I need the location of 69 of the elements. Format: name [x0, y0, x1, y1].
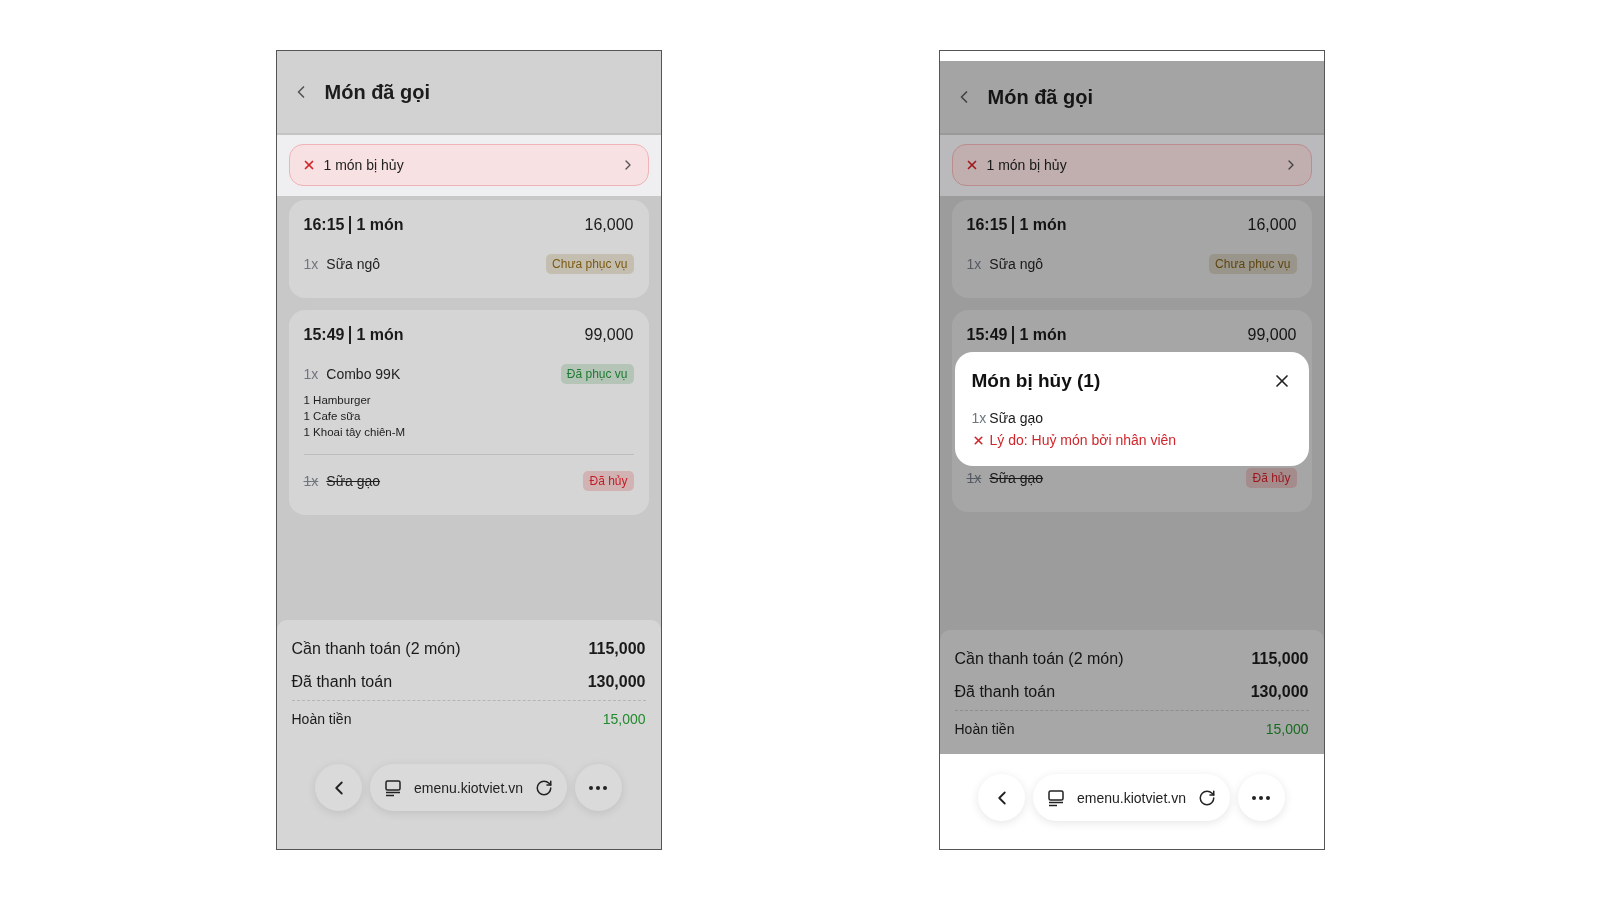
more-button[interactable] [574, 764, 622, 811]
order-count: 1 món [1019, 326, 1067, 344]
item-name: Sữa ngô [326, 256, 382, 272]
status-badge: Chưa phục vụ [546, 254, 634, 274]
sub-item: 1 Khoai tây chiên-M [303, 426, 407, 438]
item-quantity: 1x [966, 256, 982, 272]
order-total: 16,000 [1247, 216, 1297, 234]
reload-button[interactable] [1197, 788, 1216, 807]
summary-value: 15,000 [1265, 720, 1309, 737]
more-button[interactable] [1237, 774, 1285, 821]
summary-label: Hoàn tiền [954, 720, 1015, 737]
order-time: 16:15 [303, 216, 345, 234]
cancelled-items-banner[interactable]: 1 món bị hủy [951, 144, 1312, 186]
separator-bar [349, 216, 352, 234]
cancel-reason: Lý do: Huỷ món bởi nhân viên [989, 432, 1177, 448]
url-text: emenu.kiotviet.vn [1077, 789, 1186, 806]
item-quantity: 1x [971, 410, 987, 426]
item-name: Sữa gạo [326, 473, 382, 489]
reload-button[interactable] [534, 778, 553, 797]
tabs-icon [384, 778, 402, 797]
item-name: Combo 99K [326, 366, 402, 382]
address-bar[interactable]: emenu.kiotviet.vn [370, 764, 567, 811]
status-badge: Đã hủy [1246, 468, 1297, 488]
item-name: Sữa gạo [989, 470, 1045, 486]
order-total: 16,000 [584, 216, 634, 234]
summary-label: Hoàn tiền [291, 710, 352, 727]
summary-value: 115,000 [1251, 649, 1309, 668]
address-bar[interactable]: emenu.kiotviet.vn [1033, 774, 1230, 821]
close-icon [971, 433, 985, 447]
item-name: Sữa ngô [989, 256, 1045, 272]
reload-icon [1197, 788, 1216, 807]
page-title: Món đã gọi [987, 85, 1094, 109]
item-name: Sữa gạo [989, 410, 1044, 426]
order-total: 99,000 [1247, 326, 1297, 344]
status-badge: Chưa phục vụ [1209, 254, 1297, 274]
summary-label: Cần thanh toán (2 món) [291, 639, 461, 658]
item-quantity: 1x [303, 473, 319, 489]
summary-label: Đã thanh toán [291, 672, 393, 691]
status-badge: Đã phục vụ [560, 364, 634, 384]
order-count: 1 món [1019, 216, 1067, 234]
summary-value: 15,000 [602, 710, 646, 727]
url-text: emenu.kiotviet.vn [414, 779, 523, 796]
reload-icon [534, 778, 553, 797]
more-dots-icon [589, 785, 608, 790]
cancelled-items-banner[interactable]: 1 món bị hủy [288, 144, 649, 186]
summary-value: 130,000 [587, 672, 646, 691]
separator-bar [1012, 216, 1015, 234]
more-dots-icon [1252, 795, 1271, 800]
tabs-icon [1047, 788, 1065, 807]
status-badge: Đã hủy [583, 471, 634, 491]
order-total: 99,000 [584, 326, 634, 344]
sub-item: 1 Hamburger [303, 394, 372, 406]
order-time: 15:49 [303, 326, 345, 344]
separator-bar [1012, 326, 1015, 344]
page-title: Món đã gọi [324, 80, 431, 104]
item-quantity: 1x [966, 470, 982, 486]
order-count: 1 món [356, 326, 404, 344]
summary-value: 130,000 [1250, 682, 1309, 701]
order-count: 1 món [356, 216, 404, 234]
dialog-title: Món bị hủy (1) [971, 370, 1101, 392]
sub-item: 1 Cafe sữa [303, 410, 362, 422]
item-quantity: 1x [303, 256, 319, 272]
item-quantity: 1x [303, 366, 319, 382]
order-time: 16:15 [966, 216, 1008, 234]
summary-value: 115,000 [588, 639, 646, 658]
separator-bar [349, 326, 352, 344]
summary-label: Đã thanh toán [954, 682, 1056, 701]
order-time: 15:49 [966, 326, 1008, 344]
summary-label: Cần thanh toán (2 món) [954, 649, 1124, 668]
